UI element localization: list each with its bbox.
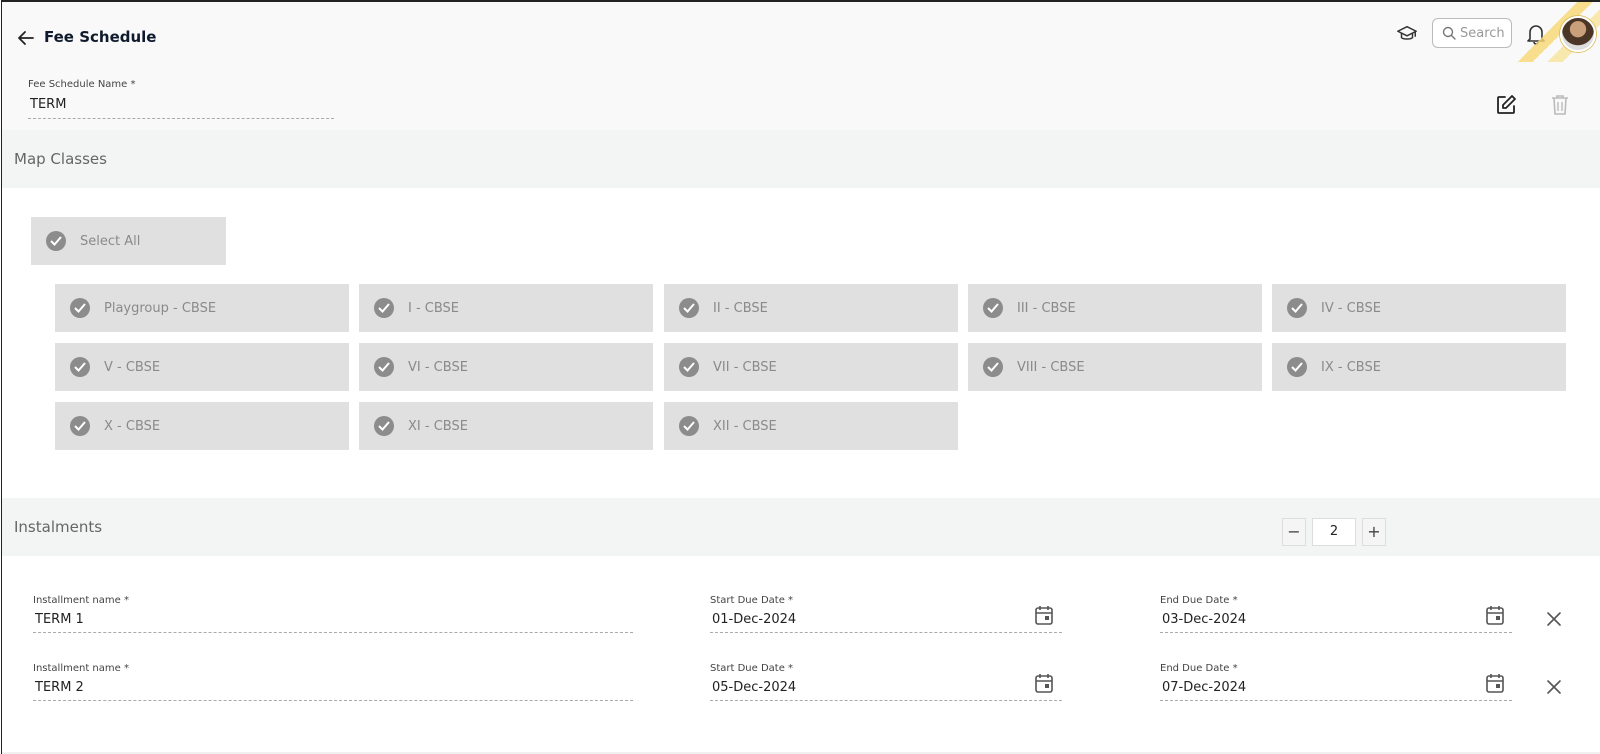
class-chip-ii[interactable]: II - CBSE [664,284,958,332]
class-chip-x[interactable]: X - CBSE [55,402,349,450]
installment-name-label: Installment name * [33,663,129,674]
check-icon [1287,298,1307,318]
search-input[interactable] [1460,24,1510,42]
class-chip-viii[interactable]: VIII - CBSE [968,343,1262,391]
end-due-date-label: End Due Date * [1160,663,1238,674]
fee-schedule-name-field[interactable]: Fee Schedule Name * TERM [28,79,334,119]
fee-schedule-page: Fee Schedule Fee Schedule Name * TERM [1,0,1600,754]
check-icon [374,416,394,436]
class-chip-xii[interactable]: XII - CBSE [664,402,958,450]
class-chip-label: III - CBSE [1017,301,1076,316]
end-due-date-label: End Due Date * [1160,595,1238,606]
calendar-icon[interactable] [1035,605,1053,625]
increment-button[interactable]: + [1362,518,1386,546]
start-due-date-field[interactable]: Start Due Date * 01-Dec-2024 [710,595,1062,633]
class-chip-ix[interactable]: IX - CBSE [1272,343,1566,391]
map-classes-bar: Map Classes [2,130,1600,188]
check-icon [983,298,1003,318]
start-due-date-value[interactable]: 01-Dec-2024 [710,612,1062,633]
class-chip-label: I - CBSE [408,301,460,316]
search-icon [1442,26,1456,40]
check-icon [70,416,90,436]
remove-installment-icon[interactable] [1546,611,1562,627]
check-icon [374,298,394,318]
start-due-date-label: Start Due Date * [710,595,794,606]
fee-schedule-name-value[interactable]: TERM [28,97,334,119]
class-chip-i[interactable]: I - CBSE [359,284,653,332]
calendar-icon[interactable] [1035,673,1053,693]
class-chip-label: VIII - CBSE [1017,360,1085,375]
end-due-date-value[interactable]: 07-Dec-2024 [1160,680,1512,701]
class-chip-iv[interactable]: IV - CBSE [1272,284,1566,332]
instalments-bar: Instalments − 2 + [2,498,1600,556]
class-chip-label: XI - CBSE [408,419,468,434]
graduation-cap-icon[interactable] [1396,23,1418,45]
check-icon [374,357,394,377]
header: Fee Schedule Fee Schedule Name * TERM [2,2,1600,130]
page-title: Fee Schedule [44,28,157,46]
installment-name-field[interactable]: Installment name * TERM 1 [33,595,633,633]
class-chip-label: Playgroup - CBSE [104,301,217,316]
back-arrow-icon[interactable] [16,28,36,48]
end-due-date-value[interactable]: 03-Dec-2024 [1160,612,1512,633]
instalment-count-value[interactable]: 2 [1312,518,1356,546]
class-chip-vi[interactable]: VI - CBSE [359,343,653,391]
check-icon [70,298,90,318]
check-icon [70,357,90,377]
installment-name-value[interactable]: TERM 1 [33,612,633,633]
class-chip-label: V - CBSE [104,360,161,375]
check-icon [679,298,699,318]
delete-icon[interactable] [1551,94,1569,116]
class-chip-label: II - CBSE [713,301,768,316]
class-chip-iii[interactable]: III - CBSE [968,284,1262,332]
start-due-date-field[interactable]: Start Due Date * 05-Dec-2024 [710,663,1062,701]
instalments-title: Instalments [14,518,103,536]
map-classes-title: Map Classes [14,150,107,168]
search-box[interactable] [1432,18,1512,48]
bell-icon[interactable] [1526,23,1546,45]
class-chip-playgroup[interactable]: Playgroup - CBSE [55,284,349,332]
decrement-button[interactable]: − [1282,518,1306,546]
select-all-chip[interactable]: Select All [31,217,226,265]
end-due-date-field[interactable]: End Due Date * 07-Dec-2024 [1160,663,1512,701]
start-due-date-label: Start Due Date * [710,663,794,674]
check-icon [1287,357,1307,377]
class-chip-vii[interactable]: VII - CBSE [664,343,958,391]
avatar[interactable] [1560,16,1596,52]
class-chip-label: XII - CBSE [713,419,777,434]
check-icon [983,357,1003,377]
check-icon [46,231,66,251]
end-due-date-field[interactable]: End Due Date * 03-Dec-2024 [1160,595,1512,633]
class-chip-v[interactable]: V - CBSE [55,343,349,391]
installment-name-label: Installment name * [33,595,129,606]
class-chip-xi[interactable]: XI - CBSE [359,402,653,450]
class-chip-label: VI - CBSE [408,360,468,375]
calendar-icon[interactable] [1486,673,1504,693]
check-icon [679,357,699,377]
class-chip-label: IX - CBSE [1321,360,1381,375]
class-chip-label: IV - CBSE [1321,301,1381,316]
installment-name-value[interactable]: TERM 2 [33,680,633,701]
installment-name-field[interactable]: Installment name * TERM 2 [33,663,633,701]
fee-schedule-name-label: Fee Schedule Name * [28,79,136,90]
remove-installment-icon[interactable] [1546,679,1562,695]
calendar-icon[interactable] [1486,605,1504,625]
check-icon [679,416,699,436]
start-due-date-value[interactable]: 05-Dec-2024 [710,680,1062,701]
edit-icon[interactable] [1495,94,1517,116]
class-chip-label: VII - CBSE [713,360,777,375]
select-all-label: Select All [80,234,141,249]
class-chip-label: X - CBSE [104,419,161,434]
